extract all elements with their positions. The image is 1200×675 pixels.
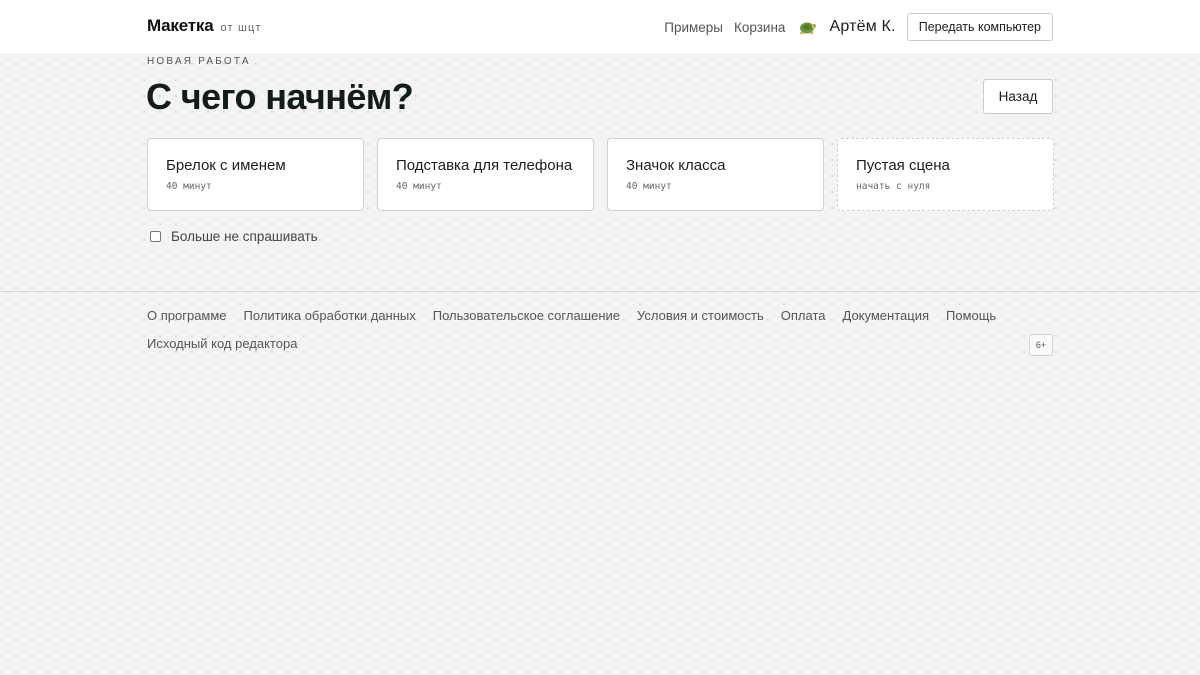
- dont-ask-checkbox[interactable]: [150, 231, 161, 242]
- footer-divider: [0, 291, 1200, 292]
- template-card-class-badge[interactable]: Значок класса 40 минут: [607, 138, 824, 211]
- template-card-empty-scene[interactable]: Пустая сцена начать с нуля: [837, 138, 1054, 211]
- brand[interactable]: Макетка от шцт: [147, 16, 262, 36]
- footer-link-payment[interactable]: Оплата: [781, 308, 826, 323]
- footer-link-about[interactable]: О программе: [147, 308, 227, 323]
- section-eyebrow: НОВАЯ РАБОТА: [147, 56, 251, 67]
- turtle-icon[interactable]: [797, 17, 817, 37]
- top-nav: Примеры Корзина Артём К. Передать компью…: [664, 13, 1053, 41]
- card-title: Пустая сцена: [856, 157, 950, 174]
- card-subtitle: начать с нуля: [856, 181, 931, 192]
- template-card-keychain[interactable]: Брелок с именем 40 минут: [147, 138, 364, 211]
- footer-link-pricing[interactable]: Условия и стоимость: [637, 308, 764, 323]
- nav-link-cart[interactable]: Корзина: [734, 20, 785, 35]
- footer-link-docs[interactable]: Документация: [843, 308, 930, 323]
- handoff-computer-button[interactable]: Передать компьютер: [906, 13, 1053, 41]
- card-duration: 40 минут: [166, 181, 212, 192]
- footer-link-terms[interactable]: Пользовательское соглашение: [433, 308, 620, 323]
- template-cards: Брелок с именем 40 минут Подставка для т…: [147, 138, 1054, 211]
- footer-link-privacy[interactable]: Политика обработки данных: [244, 308, 416, 323]
- page-title: С чего начнём?: [146, 76, 414, 117]
- user-name[interactable]: Артём К.: [829, 18, 895, 36]
- brand-subtitle: от шцт: [220, 22, 262, 34]
- age-rating-badge: 6+: [1029, 334, 1053, 356]
- card-title: Значок класса: [626, 157, 726, 174]
- card-title: Брелок с именем: [166, 157, 286, 174]
- nav-link-examples[interactable]: Примеры: [664, 20, 723, 35]
- footer-link-help[interactable]: Помощь: [946, 308, 996, 323]
- dont-ask-again[interactable]: Больше не спрашивать: [150, 229, 318, 244]
- footer-links-secondary: Исходный код редактора: [147, 336, 314, 351]
- template-card-phone-stand[interactable]: Подставка для телефона 40 минут: [377, 138, 594, 211]
- footer-links: О программе Политика обработки данных По…: [147, 308, 1013, 323]
- card-title: Подставка для телефона: [396, 157, 573, 174]
- back-button[interactable]: Назад: [983, 79, 1053, 114]
- dont-ask-label: Больше не спрашивать: [171, 229, 318, 244]
- card-duration: 40 минут: [396, 181, 442, 192]
- top-header: Макетка от шцт Примеры Корзина Артём К. …: [0, 0, 1200, 53]
- card-duration: 40 минут: [626, 181, 672, 192]
- footer-link-source-code[interactable]: Исходный код редактора: [147, 336, 297, 351]
- brand-name: Макетка: [147, 16, 214, 35]
